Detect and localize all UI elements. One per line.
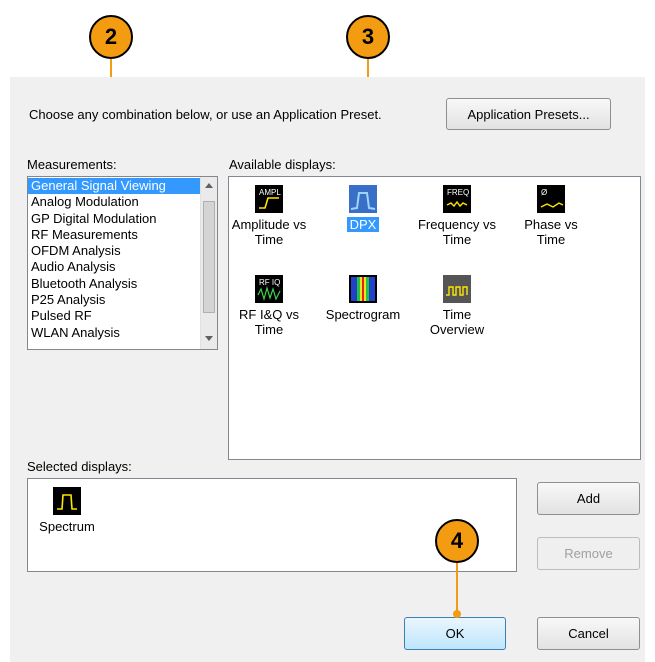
available-displays-panel[interactable]: AMPL Amplitude vs Time DPX FREQ Frequency vs…	[228, 176, 641, 460]
cancel-button[interactable]: Cancel	[537, 617, 640, 650]
svg-text:AMPL: AMPL	[259, 188, 281, 197]
dpx-icon	[349, 185, 377, 213]
phase-icon: Ø	[537, 185, 565, 213]
scroll-up-arrow[interactable]	[205, 183, 213, 188]
new-analysis-dialog: Choose any combination below, or use an …	[10, 77, 645, 662]
svg-text:FREQ: FREQ	[447, 188, 469, 197]
list-item[interactable]: RF Measurements	[28, 227, 201, 243]
list-item[interactable]: Audio Analysis	[28, 259, 201, 275]
callout-4-leader	[456, 562, 458, 614]
intro-text: Choose any combination below, or use an …	[29, 107, 382, 122]
available-display-label: Frequency vs Time	[417, 217, 497, 247]
callout-4: 4	[435, 519, 479, 563]
list-item[interactable]: General Signal Viewing	[28, 178, 201, 195]
ok-button[interactable]: OK	[404, 617, 506, 650]
list-item[interactable]: OFDM Analysis	[28, 243, 201, 259]
spectrogram-icon	[349, 275, 377, 303]
selected-display-spectrum[interactable]: Spectrum	[32, 487, 102, 534]
selected-displays-label: Selected displays:	[27, 459, 132, 474]
available-display-label: RF I&Q vs Time	[239, 307, 299, 337]
list-item[interactable]: Pulsed RF	[28, 308, 201, 324]
available-display-label: DPX	[346, 217, 380, 232]
scroll-thumb[interactable]	[203, 201, 215, 313]
callout-2: 2	[89, 15, 133, 59]
ampl-icon: AMPL	[255, 185, 283, 213]
list-item[interactable]: WLAN Analysis	[28, 325, 201, 341]
measurements-label: Measurements:	[27, 157, 117, 172]
available-display-label: Spectrogram	[325, 307, 401, 322]
available-display-label: Amplitude vs Time	[231, 217, 307, 247]
available-display-freq[interactable]: FREQ Frequency vs Time	[417, 185, 497, 247]
svg-text:RF IQ: RF IQ	[259, 278, 280, 287]
available-display-time-overview[interactable]: Time Overview	[417, 275, 497, 337]
remove-button[interactable]: Remove	[537, 537, 640, 570]
scroll-down-arrow[interactable]	[205, 336, 213, 341]
freq-icon: FREQ	[443, 185, 471, 213]
list-item[interactable]: P25 Analysis	[28, 292, 201, 308]
measurements-scrollbar[interactable]	[200, 177, 217, 349]
available-display-phase[interactable]: Ø Phase vs Time	[511, 185, 591, 247]
available-display-ampl[interactable]: AMPL Amplitude vs Time	[229, 185, 309, 247]
callout-3: 3	[346, 15, 390, 59]
list-item[interactable]: Bluetooth Analysis	[28, 276, 201, 292]
callout-4-dot	[453, 610, 461, 618]
measurements-list[interactable]: General Signal Viewing Analog Modulation G…	[27, 176, 218, 350]
available-display-spectrogram[interactable]: Spectrogram	[323, 275, 403, 322]
list-item[interactable]: GP Digital Modulation	[28, 211, 201, 227]
svg-text:Ø: Ø	[541, 188, 547, 197]
available-display-dpx[interactable]: DPX	[323, 185, 403, 232]
time-overview-icon	[443, 275, 471, 303]
spectrum-icon	[53, 487, 81, 515]
available-display-label: Time Overview	[429, 307, 485, 337]
available-displays-label: Available displays:	[229, 157, 336, 172]
rfiq-icon: RF IQ	[255, 275, 283, 303]
selected-display-label: Spectrum	[39, 519, 95, 534]
application-presets-button[interactable]: Application Presets...	[446, 98, 611, 130]
list-item[interactable]: Analog Modulation	[28, 194, 201, 210]
available-display-label: Phase vs Time	[524, 217, 578, 247]
add-button[interactable]: Add	[537, 482, 640, 515]
available-display-rfiq[interactable]: RF IQ RF I&Q vs Time	[229, 275, 309, 337]
